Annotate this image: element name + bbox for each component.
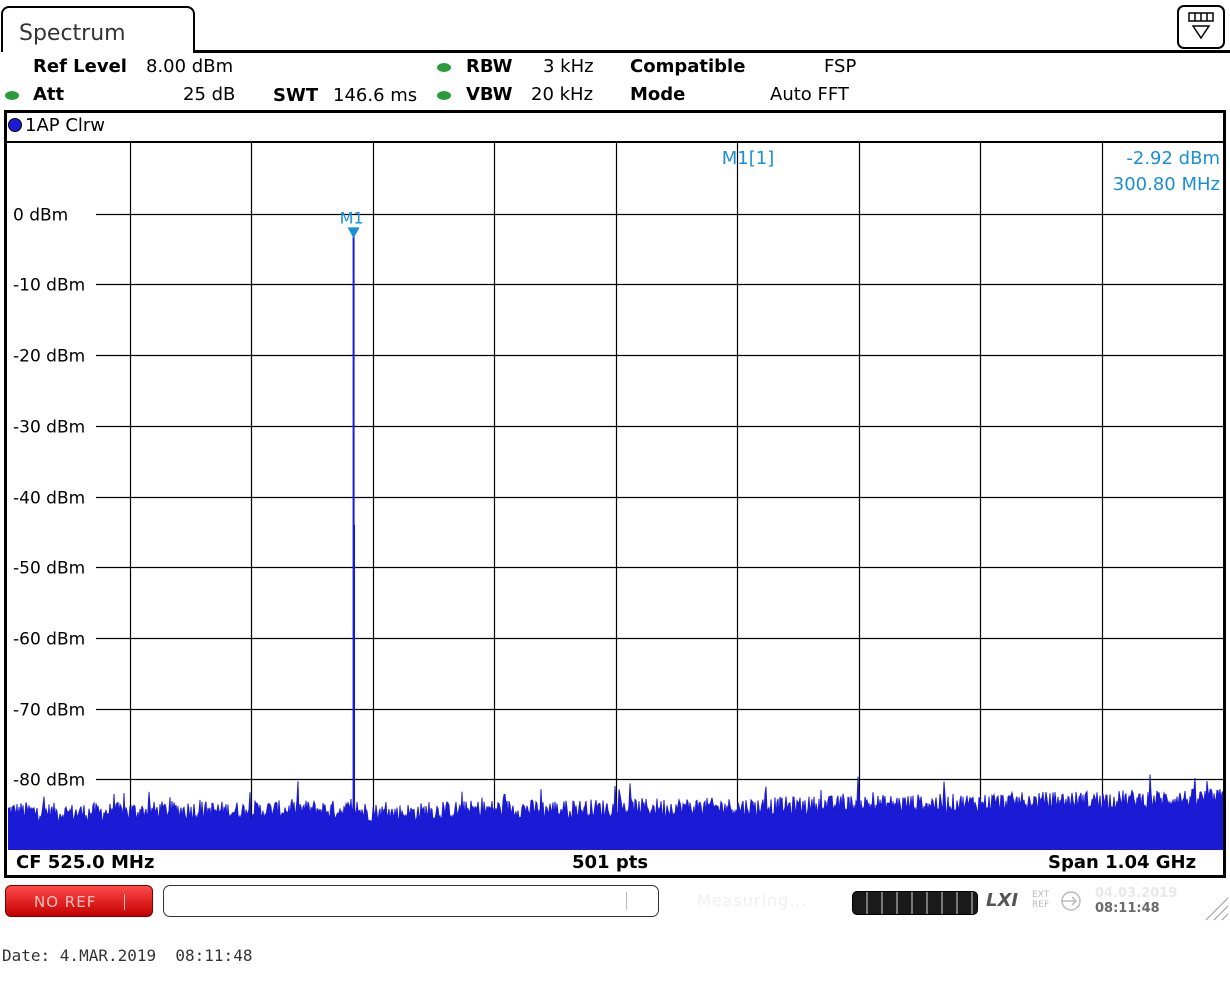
y-tick-label: -60 dBm: [13, 630, 85, 650]
marker-readout-frequency: 300.80 MHz: [1113, 174, 1220, 195]
trace-label[interactable]: 1AP Clrw: [8, 116, 105, 136]
y-tick-label: -70 dBm: [13, 701, 85, 721]
layout-menu-button[interactable]: [1177, 5, 1225, 49]
rbw-label: RBW: [466, 56, 513, 77]
y-tick-label: -10 dBm: [13, 276, 85, 296]
lxi-logo-icon: LXI: [986, 890, 1019, 911]
ext-ref-line-1: EXT: [1032, 890, 1050, 900]
tab-label: Spectrum: [19, 21, 126, 46]
mode-label: Mode: [630, 84, 686, 105]
spectrum-tab[interactable]: Spectrum: [1, 6, 195, 52]
sweep-progress-bar: [852, 891, 978, 915]
marker-readout-name: M1[1]: [722, 148, 774, 169]
no-ref-separator: [124, 894, 125, 910]
att-status-icon: [5, 91, 19, 100]
grid: [96, 143, 1223, 850]
swt-label: SWT: [273, 85, 319, 106]
spectrum-plot[interactable]: 0 dBm -10 dBm -20 dBm -30 dBm -40 dBm -50 dBm…: [8, 143, 1223, 850]
vbw-value[interactable]: 20 kHz: [531, 84, 593, 106]
sweep-points[interactable]: 501 pts: [572, 852, 648, 874]
rbw-value[interactable]: 3 kHz: [543, 56, 594, 78]
marker-readout-level: -2.92 dBm: [1126, 148, 1220, 169]
y-tick-label: -50 dBm: [13, 559, 85, 579]
vbw-status-icon: [437, 91, 451, 100]
no-ref-button[interactable]: NO REF: [5, 885, 153, 917]
no-ref-label: NO REF: [34, 893, 97, 911]
trace-color-icon: [8, 118, 22, 132]
swt-value[interactable]: 146.6 ms: [333, 85, 417, 107]
trace-noise-fill: [8, 774, 1223, 850]
tab-divider: [193, 50, 1230, 53]
center-frequency[interactable]: CF 525.0 MHz: [16, 852, 154, 874]
measuring-status: Measuring...: [697, 891, 808, 910]
message-box-separator: [626, 892, 627, 910]
status-date: 04.03.2019: [1095, 886, 1178, 901]
resize-grip-icon: [1205, 897, 1229, 921]
ref-level-value[interactable]: 8.00 dBm: [146, 56, 233, 78]
compatible-label: Compatible: [630, 56, 746, 77]
rbw-status-icon: [437, 63, 451, 72]
ext-ref-arrow-icon: [1061, 891, 1081, 911]
ext-ref-line-2: REF: [1032, 900, 1050, 910]
compatible-value[interactable]: FSP: [824, 56, 856, 78]
marker-triangle-icon: [347, 227, 360, 239]
marker-layer: M1: [340, 208, 364, 239]
message-box[interactable]: [163, 885, 659, 917]
y-axis-ticks: 0 dBm -10 dBm -20 dBm -30 dBm -40 dBm -50 dBm…: [13, 206, 85, 791]
marker-label: M1: [340, 208, 364, 227]
vbw-label: VBW: [466, 84, 513, 105]
status-time: 08:11:48: [1095, 901, 1160, 916]
y-tick-label: -20 dBm: [13, 347, 85, 367]
att-value[interactable]: 25 dB: [183, 84, 235, 106]
y-tick-label: -80 dBm: [13, 771, 85, 791]
ext-ref-indicator: EXT REF: [1032, 890, 1049, 910]
ref-level-label: Ref Level: [33, 56, 127, 77]
frequency-span[interactable]: Span 1.04 GHz: [1048, 852, 1196, 874]
y-tick-label: -40 dBm: [13, 489, 85, 509]
window-layout-icon: [1188, 12, 1214, 40]
y-tick-label: -30 dBm: [13, 418, 85, 438]
status-datetime: 04.03.2019 08:11:48: [1095, 886, 1177, 916]
att-label: Att: [33, 84, 65, 105]
trace-layer: [8, 234, 1223, 850]
y-tick-label: 0 dBm: [13, 206, 68, 226]
trace-label-text: 1AP Clrw: [25, 115, 106, 136]
printed-date: Date: 4.MAR.2019 08:11:48: [2, 946, 253, 965]
mode-value[interactable]: Auto FFT: [770, 84, 849, 106]
